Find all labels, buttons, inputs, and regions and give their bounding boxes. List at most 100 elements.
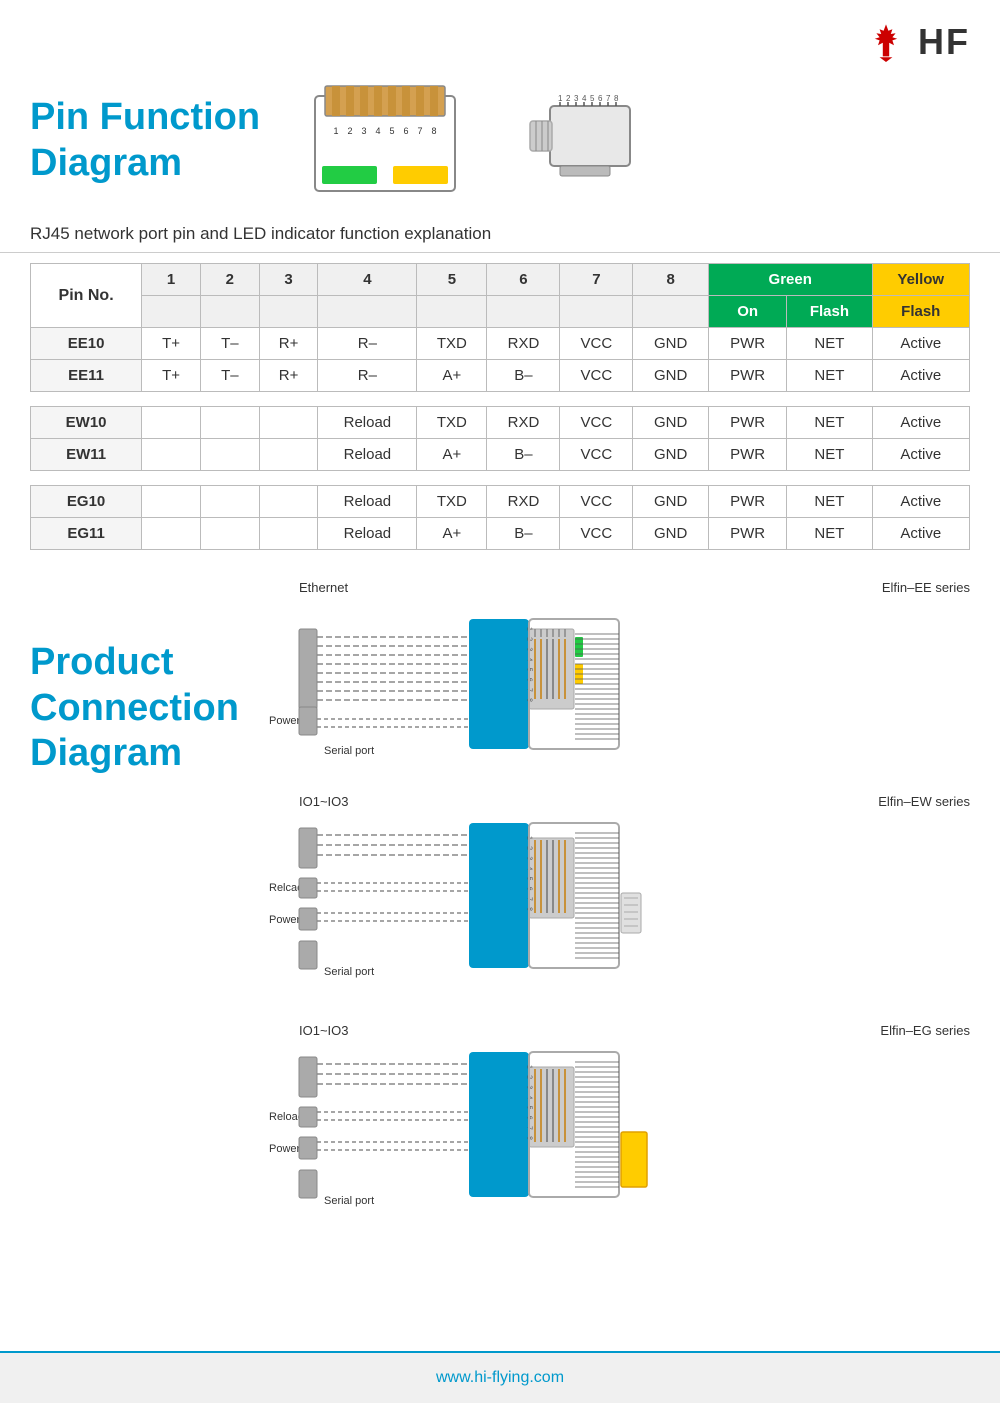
pin-table: Pin No. 1 2 3 4 5 6 7 8 Green Yellow [30,263,970,550]
svg-text:7: 7 [606,94,611,103]
ew-series-svg: Relcad Power Serial port 12345678 [259,813,839,988]
product-connection-section: Product Connection Diagram Ethernet Elfi… [0,570,1000,1242]
pin-cell: T+ [142,360,201,392]
col-1-sub [142,296,201,328]
pwr-cell: PWR [708,439,786,471]
ee-label-top: Ethernet Elfin–EE series [259,580,970,595]
row-label-ew11: EW11 [31,439,142,471]
active-cell: Active [872,328,970,360]
pin-cell [259,439,318,471]
pin-cell: VCC [560,360,633,392]
pin-cell: GND [633,439,709,471]
net-cell: NET [787,486,872,518]
row-label-eg10: EG10 [31,486,142,518]
pin-cell [259,518,318,550]
svg-text:1: 1 [558,94,563,103]
pin-cell: R– [318,328,417,360]
pin-cell: T– [200,360,259,392]
active-cell: Active [872,360,970,392]
col-8-sub [633,296,709,328]
pcd-title: Product Connection Diagram [30,580,239,1222]
svg-text:Serial port: Serial port [324,1195,374,1207]
pin-cell [142,486,201,518]
svg-text:7: 7 [418,126,423,136]
svg-text:6: 6 [404,126,409,136]
svg-text:Serial port: Serial port [324,966,374,978]
svg-text:1: 1 [334,126,339,136]
pin-cell: GND [633,518,709,550]
pin-cell: TXD [417,328,487,360]
eg-series-diagram: IO1~IO3 Elfin–EG series Reload Power [259,1023,970,1222]
pwr-cell: PWR [708,518,786,550]
active-cell: Active [872,486,970,518]
pin-no-header: Pin No. [31,264,142,328]
pin-cell: R+ [259,328,318,360]
active-cell: Active [872,439,970,471]
io1io3-eg-label: IO1~IO3 [299,1023,349,1038]
svg-text:Power: Power [269,1143,301,1155]
pin-cell: T– [200,328,259,360]
svg-text:3: 3 [574,94,579,103]
green-on-sub: On [708,296,786,328]
svg-text:Serial port: Serial port [324,745,374,757]
row-label-ew10: EW10 [31,407,142,439]
col-3-sub [259,296,318,328]
pin-cell [200,486,259,518]
footer-url: www.hi-flying.com [436,1369,564,1386]
pin-cell: Reload [318,486,417,518]
pin-cell: B– [487,518,560,550]
col-5-sub [417,296,487,328]
pwr-cell: PWR [708,360,786,392]
page-title: Pin Function Diagram [30,95,260,186]
col-4-header: 4 [318,264,417,296]
pin-cell [200,439,259,471]
ee-series-diagram: Ethernet Elfin–EE series Power [259,580,970,764]
net-cell: NET [787,407,872,439]
pwr-cell: PWR [708,328,786,360]
svg-text:5: 5 [590,94,595,103]
yellow-flash-header: Yellow [872,264,970,296]
table-row: EE10T+T–R+R–TXDRXDVCCGNDPWRNETActive [31,328,970,360]
pin-cell: VCC [560,486,633,518]
green-on-header: Green [708,264,872,296]
pwr-cell: PWR [708,486,786,518]
table-row: EG10ReloadTXDRXDVCCGNDPWRNETActive [31,486,970,518]
connector-side-svg: 1 2 3 4 5 6 7 8 [500,76,670,206]
green-flash-sub: Flash [787,296,872,328]
table-row: EG11ReloadA+B–VCCGNDPWRNETActive [31,518,970,550]
svg-text:8: 8 [432,126,437,136]
pin-cell [142,407,201,439]
title-section: Pin Function Diagram 1 2 3 4 5 6 7 8 [0,66,1000,216]
col-3-header: 3 [259,264,318,296]
ee-series-label: Elfin–EE series [882,580,970,595]
ee-series-svg: Power Serial port 12345678 [259,599,839,759]
ew-label-top: IO1~IO3 Elfin–EW series [259,794,970,809]
pin-cell: RXD [487,486,560,518]
pin-cell [259,407,318,439]
svg-text:Power: Power [269,914,301,926]
pin-cell: T+ [142,328,201,360]
col-1-header: 1 [142,264,201,296]
svg-text:4: 4 [376,126,381,136]
table-separator-row [31,471,970,486]
pin-cell: GND [633,328,709,360]
table-section: Pin No. 1 2 3 4 5 6 7 8 Green Yellow [0,253,1000,570]
col-7-header: 7 [560,264,633,296]
logo-area: HF [862,18,970,66]
pin-cell: A+ [417,360,487,392]
pin-cell: TXD [417,486,487,518]
col-2-sub [200,296,259,328]
pin-cell: VCC [560,328,633,360]
net-cell: NET [787,439,872,471]
svg-text:5: 5 [390,126,395,136]
pin-cell: Reload [318,439,417,471]
pwr-cell: PWR [708,407,786,439]
col-8-header: 8 [633,264,709,296]
yellow-flash-sub: Flash [872,296,970,328]
pin-cell: GND [633,360,709,392]
pin-cell: Reload [318,407,417,439]
col-7-sub [560,296,633,328]
pin-cell: RXD [487,407,560,439]
eg-label-top: IO1~IO3 Elfin–EG series [259,1023,970,1038]
row-label-ee11: EE11 [31,360,142,392]
